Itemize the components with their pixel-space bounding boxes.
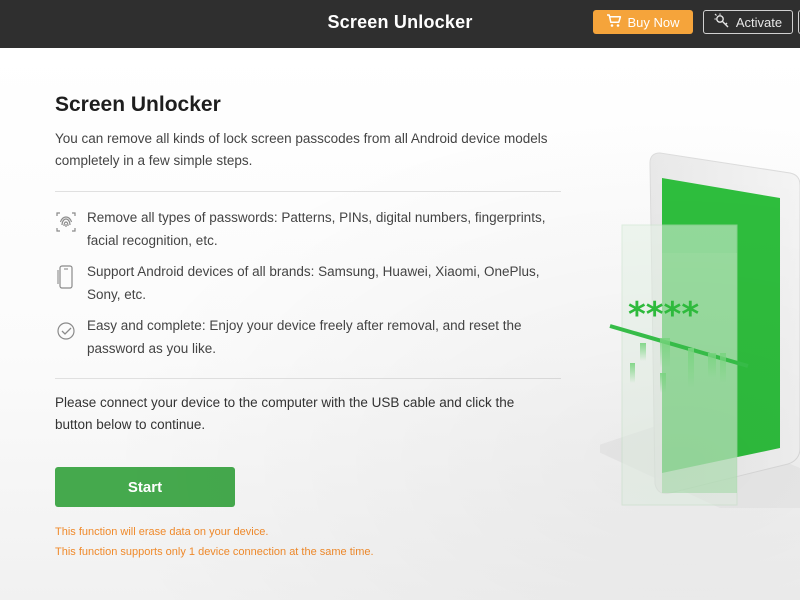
divider <box>55 378 561 379</box>
feature-text: Support Android devices of all brands: S… <box>87 264 540 302</box>
main-panel: Screen Unlocker You can remove all kinds… <box>0 48 800 600</box>
page-description: You can remove all kinds of lock screen … <box>55 131 548 168</box>
password-mask-text: **** <box>628 295 699 335</box>
warning-erase-data: This function will erase data on your de… <box>55 526 269 538</box>
cart-icon <box>606 13 622 31</box>
feature-text: Remove all types of passwords: Patterns,… <box>87 210 546 248</box>
title-bar: Screen Unlocker Buy Now Activate <box>0 0 800 48</box>
fingerprint-icon <box>55 210 77 234</box>
divider <box>55 191 561 192</box>
key-icon <box>714 13 730 32</box>
buy-now-label: Buy Now <box>627 14 680 30</box>
activate-label: Activate <box>735 14 783 30</box>
warning-single-device: This function supports only 1 device con… <box>55 546 374 558</box>
buy-now-button[interactable]: Buy Now <box>593 10 693 34</box>
phone-illustration: **** <box>590 148 800 528</box>
start-button[interactable]: Start <box>55 467 235 507</box>
page-title: Screen Unlocker <box>55 93 221 116</box>
phone-icon <box>55 264 77 289</box>
connect-instruction: Please connect your device to the comput… <box>55 395 515 432</box>
feature-text: Easy and complete: Enjoy your device fre… <box>87 318 522 356</box>
check-circle-icon <box>55 318 77 342</box>
activate-button[interactable]: Activate <box>703 10 793 34</box>
